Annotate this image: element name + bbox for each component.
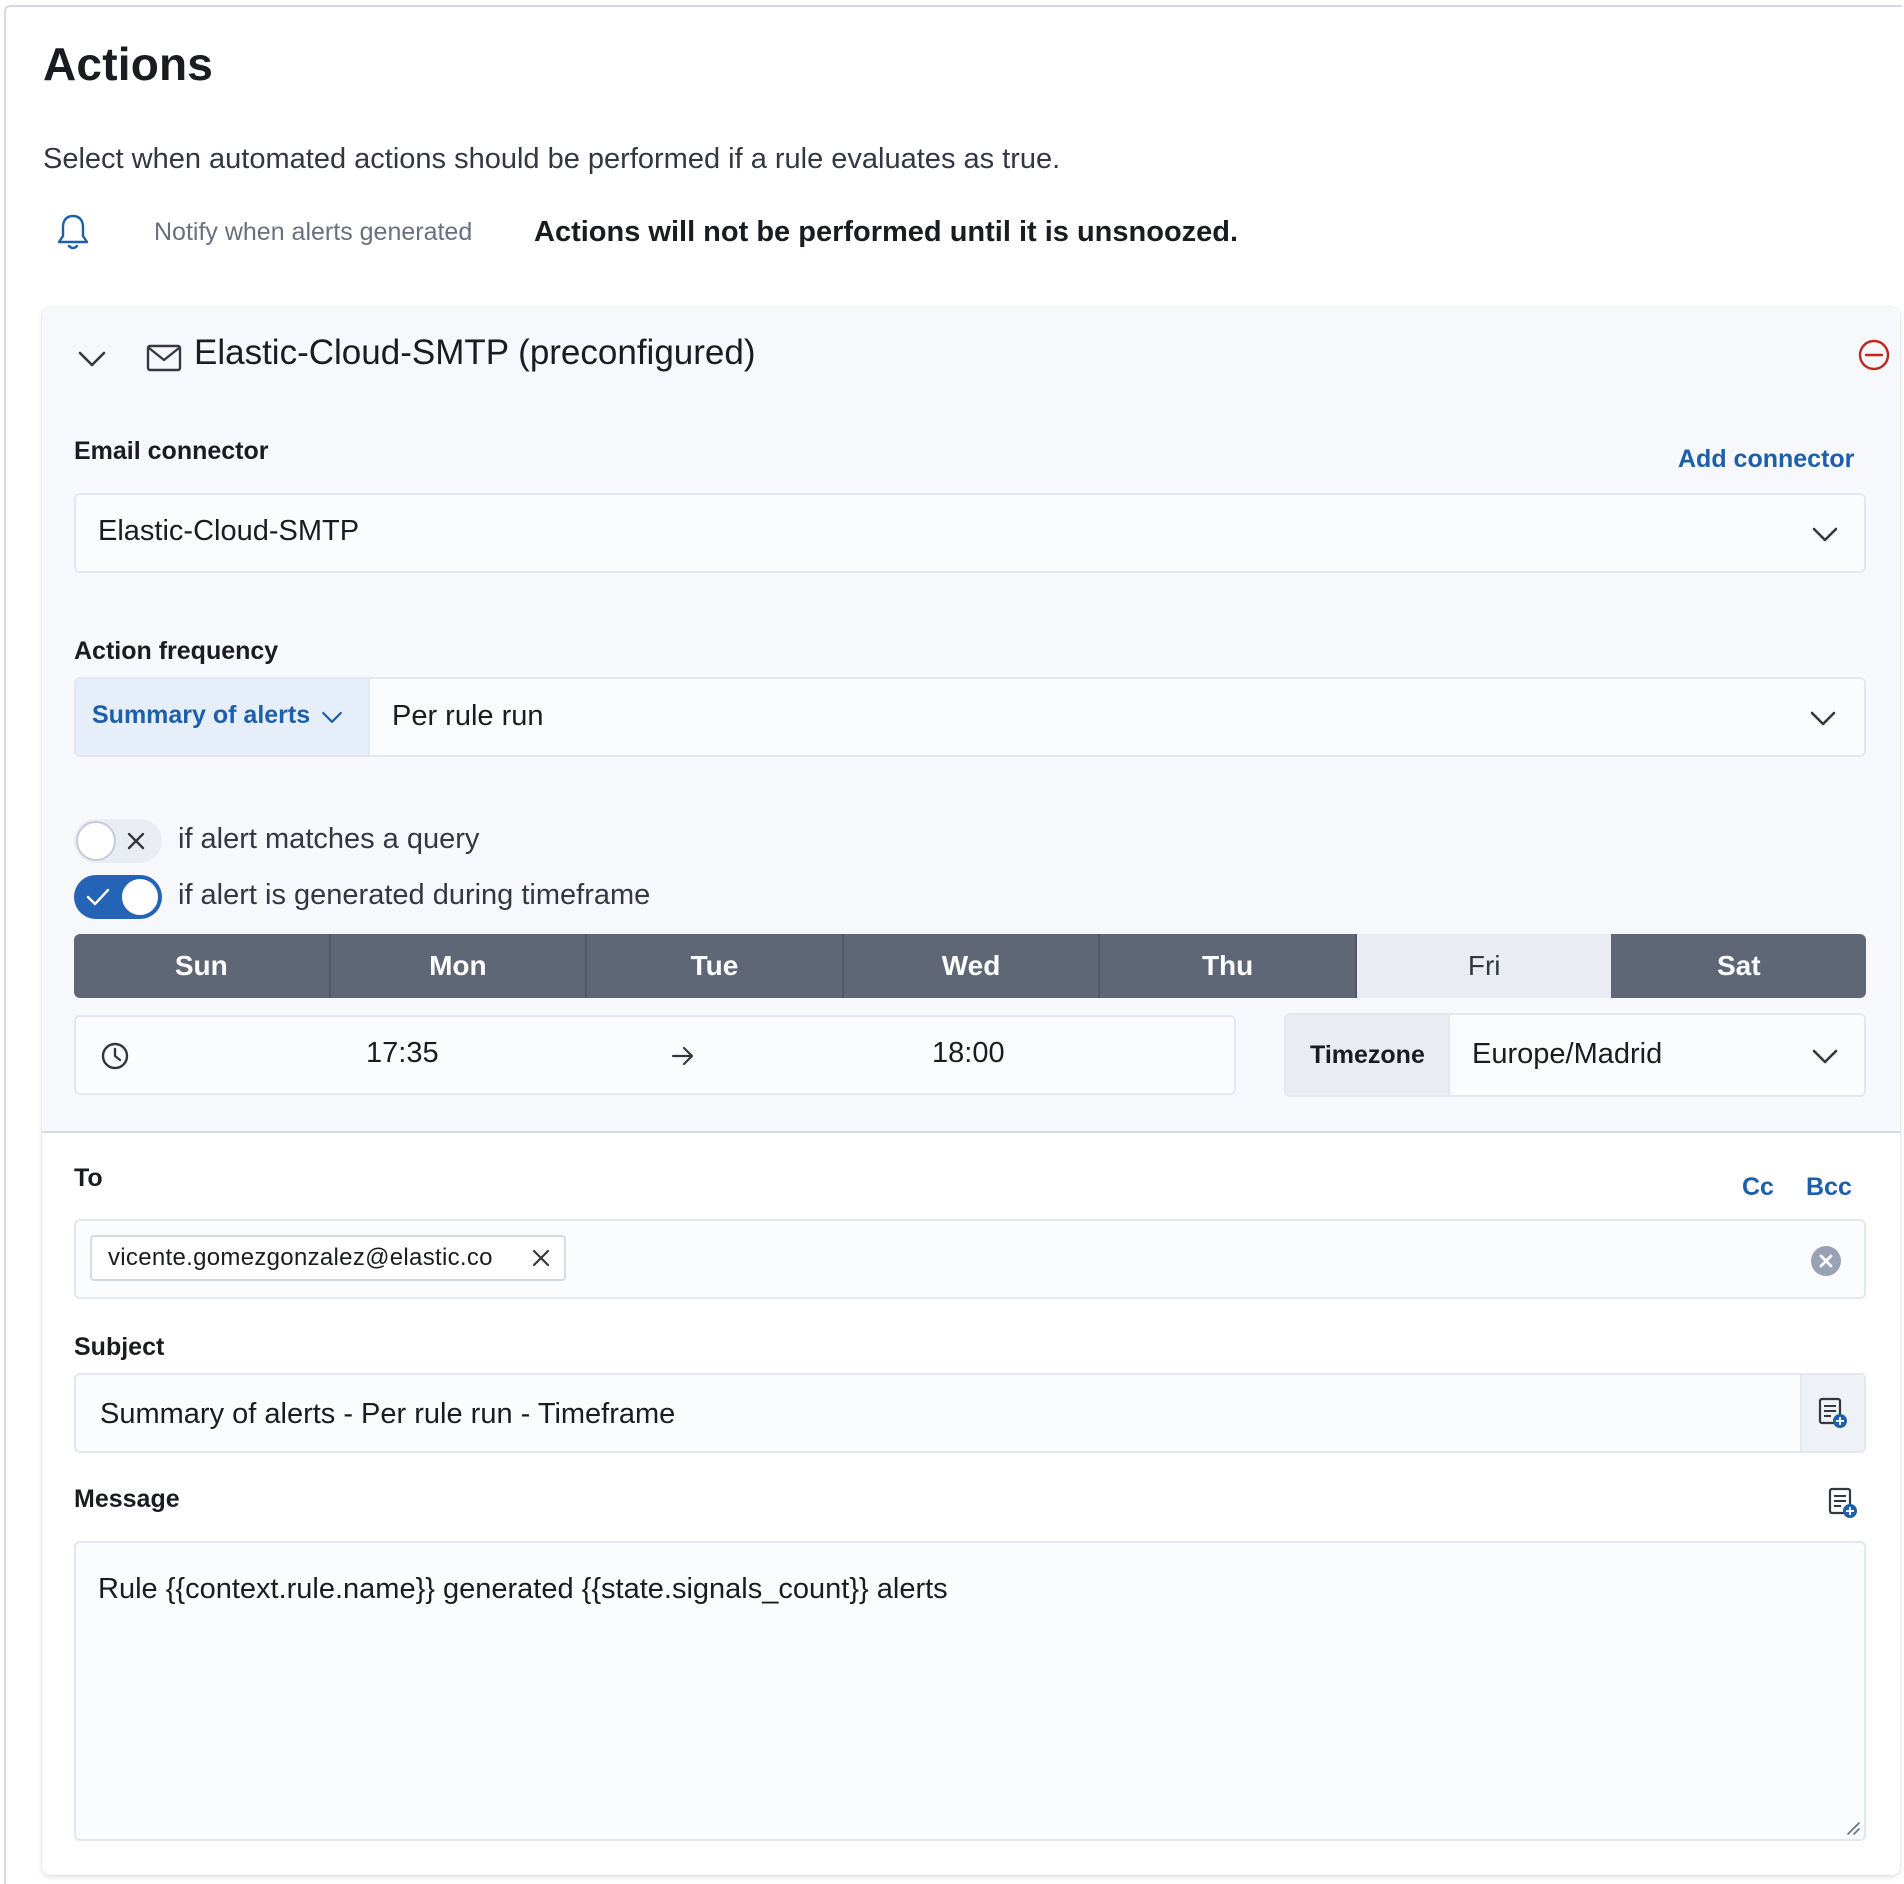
- subject-label: Subject: [74, 1333, 165, 1361]
- chevron-down-icon: [322, 711, 342, 723]
- frequency-value-select[interactable]: Per rule run: [370, 679, 1864, 755]
- chevron-down-icon: [1810, 711, 1836, 726]
- day-button-tue[interactable]: Tue: [587, 934, 844, 998]
- query-toggle-label: if alert matches a query: [178, 823, 480, 855]
- to-label: To: [74, 1164, 103, 1192]
- cross-icon: [127, 832, 145, 850]
- to-recipients-input[interactable]: vicente.gomezgonzalez@elastic.co: [74, 1219, 1866, 1299]
- actions-page: Actions Select when automated actions sh…: [4, 5, 1902, 1884]
- page-description: Select when automated actions should be …: [43, 143, 1061, 175]
- query-toggle[interactable]: [74, 819, 162, 863]
- email-connector-label: Email connector: [74, 437, 269, 465]
- subject-field: [74, 1373, 1866, 1453]
- remove-action-icon[interactable]: [1856, 337, 1892, 373]
- email-connector-value: Elastic-Cloud-SMTP: [98, 515, 360, 547]
- timezone-select[interactable]: Timezone Europe/Madrid: [1284, 1013, 1866, 1097]
- day-button-sun[interactable]: Sun: [74, 934, 331, 998]
- bell-icon: [57, 214, 89, 250]
- action-frequency-select: Summary of alerts Per rule run: [74, 677, 1866, 757]
- chevron-down-icon: [1812, 527, 1838, 542]
- day-button-fri[interactable]: Fri: [1356, 934, 1612, 998]
- cc-link[interactable]: Cc: [1742, 1173, 1774, 1202]
- weekday-selector: Sun Mon Tue Wed Thu Fri Sat: [74, 934, 1866, 998]
- subject-append: [1800, 1375, 1864, 1451]
- resize-handle-icon[interactable]: [1844, 1819, 1860, 1835]
- email-connector-select[interactable]: Elastic-Cloud-SMTP: [74, 493, 1866, 573]
- add-variable-icon[interactable]: [1828, 1487, 1858, 1519]
- notify-label: Notify when alerts generated: [154, 218, 473, 246]
- mail-icon: [146, 344, 182, 372]
- frequency-type-select[interactable]: Summary of alerts: [76, 679, 370, 755]
- end-time-input[interactable]: 18:00: [932, 1037, 1005, 1070]
- page-title: Actions: [43, 38, 214, 90]
- clock-icon: [101, 1042, 129, 1070]
- frequency-value: Per rule run: [392, 700, 544, 732]
- toggle-knob: [120, 877, 160, 917]
- action-title: Elastic-Cloud-SMTP (preconfigured): [194, 333, 756, 372]
- action-frequency-label: Action frequency: [74, 637, 279, 665]
- day-button-mon[interactable]: Mon: [330, 934, 588, 998]
- timeframe-toggle-label: if alert is generated during timeframe: [178, 879, 651, 911]
- day-button-sat[interactable]: Sat: [1611, 934, 1866, 998]
- message-field: Rule {{context.rule.name}} generated {{s…: [74, 1541, 1866, 1841]
- day-button-thu[interactable]: Thu: [1100, 934, 1357, 998]
- recipient-email: vicente.gomezgonzalez@elastic.co: [108, 1244, 493, 1271]
- notify-row: Notify when alerts generated Actions wil…: [56, 212, 1356, 262]
- toggle-knob: [76, 821, 116, 861]
- check-icon: [86, 888, 110, 906]
- recipient-pill: vicente.gomezgonzalez@elastic.co: [90, 1235, 566, 1281]
- chevron-down-icon: [1812, 1049, 1838, 1064]
- arrow-right-icon: [671, 1046, 694, 1066]
- day-button-wed[interactable]: Wed: [843, 934, 1101, 998]
- remove-recipient-icon[interactable]: [530, 1247, 552, 1269]
- action-panel-settings: Elastic-Cloud-SMTP (preconfigured) Email…: [42, 307, 1900, 1133]
- start-time-input[interactable]: 17:35: [366, 1037, 439, 1070]
- snooze-note: Actions will not be performed until it i…: [534, 216, 1239, 248]
- message-textarea[interactable]: Rule {{context.rule.name}} generated {{s…: [96, 1571, 1840, 1815]
- clear-input-icon[interactable]: [1810, 1245, 1842, 1277]
- subject-input[interactable]: [98, 1393, 1782, 1435]
- message-label: Message: [74, 1485, 180, 1513]
- timeframe-toggle[interactable]: [74, 875, 162, 919]
- timezone-value: Europe/Madrid: [1472, 1038, 1663, 1070]
- timezone-prepend: Timezone: [1286, 1015, 1450, 1095]
- time-range-picker: 17:35 18:00: [74, 1015, 1236, 1095]
- frequency-type-value: Summary of alerts: [92, 701, 311, 729]
- action-panel: Elastic-Cloud-SMTP (preconfigured) Email…: [42, 307, 1900, 1875]
- bcc-link[interactable]: Bcc: [1806, 1173, 1852, 1202]
- timezone-label: Timezone: [1310, 1041, 1425, 1069]
- add-connector-link[interactable]: Add connector: [1678, 445, 1854, 474]
- add-variable-icon[interactable]: [1818, 1397, 1848, 1429]
- collapse-chevron-icon[interactable]: [74, 341, 110, 377]
